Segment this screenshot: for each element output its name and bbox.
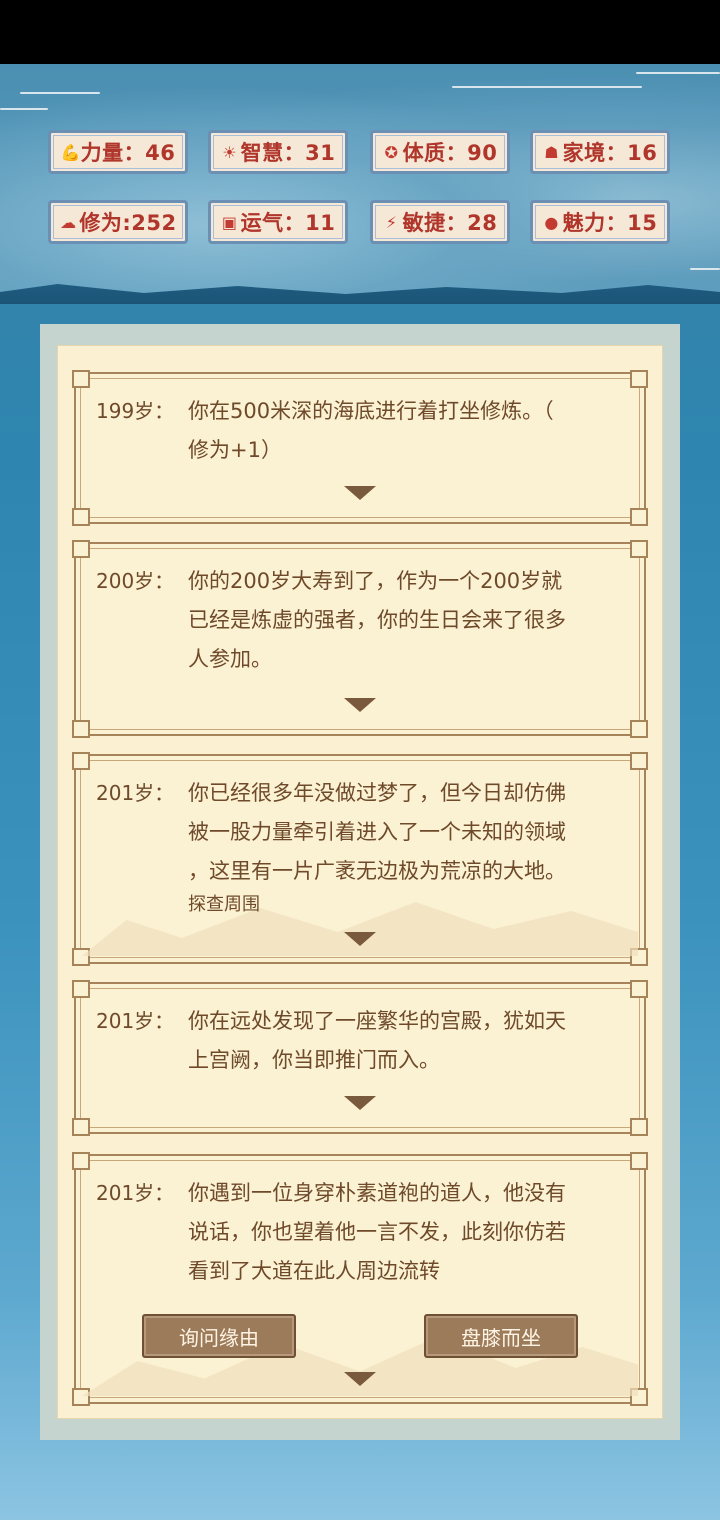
expand-arrow-icon[interactable]: [344, 932, 376, 946]
corner-ornament: [72, 752, 90, 770]
corner-ornament: [72, 1118, 90, 1136]
sit-cross-legged-button[interactable]: 盘膝而坐: [424, 1314, 578, 1358]
stat-wisdom: ☀ 智慧：31: [208, 130, 348, 174]
expand-arrow-icon[interactable]: [344, 698, 376, 712]
corner-ornament: [72, 980, 90, 998]
corner-ornament: [72, 540, 90, 558]
constitution-icon: ✪: [384, 142, 399, 162]
entry-text-line: 上宫阙，你当即推门而入。: [188, 1048, 440, 1072]
stats-header: [0, 64, 720, 294]
stat-label: 敏捷：28: [402, 211, 498, 235]
corner-ornament: [72, 508, 90, 526]
explore-action-link[interactable]: 探查周围: [188, 891, 626, 919]
stat-luck: ▣ 运气：11: [208, 200, 348, 244]
corner-ornament: [630, 1118, 648, 1136]
stat-label: 智慧：31: [240, 141, 336, 165]
log-entry-card[interactable]: 201岁： 你遇到一位身穿朴素道袍的道人，他没有 说话，你也望着他一言不发，此刻…: [72, 1152, 648, 1406]
entry-text-line: 说话，你也望着他一言不发，此刻你仿若: [188, 1220, 566, 1244]
entry-text-line: 你的200岁大寿到了，作为一个200岁就: [188, 569, 563, 593]
family-icon: ☗: [544, 142, 560, 162]
log-entry-card[interactable]: 201岁： 你已经很多年没做过梦了，但今日却仿佛 被一股力量牵引着进入了一个未知…: [72, 752, 648, 966]
agility-icon: ⚡: [385, 212, 398, 232]
stat-cultivation: ☁ 修为:252: [48, 200, 188, 244]
entry-text-line: 你遇到一位身穿朴素道袍的道人，他没有: [188, 1181, 566, 1205]
stat-label: 运气：11: [240, 211, 336, 235]
entry-age: 199岁：: [96, 399, 175, 423]
entry-age: 201岁：: [96, 1181, 175, 1205]
corner-ornament: [630, 752, 648, 770]
log-entry-card[interactable]: 201岁： 你在远处发现了一座繁华的宫殿，犹如天 上宫阙，你当即推门而入。: [72, 980, 648, 1136]
corner-ornament: [72, 948, 90, 966]
corner-ornament: [72, 1152, 90, 1170]
status-bar: [0, 0, 720, 64]
entry-text-line: 你在远处发现了一座繁华的宫殿，犹如天: [188, 1009, 566, 1033]
stat-label: 家境：16: [562, 141, 658, 165]
corner-ornament: [630, 1152, 648, 1170]
stat-agility: ⚡ 敏捷：28: [370, 200, 510, 244]
wisdom-icon: ☀: [222, 142, 238, 162]
corner-ornament: [72, 370, 90, 388]
corner-ornament: [72, 1388, 90, 1406]
entry-age: 200岁：: [96, 569, 175, 593]
entry-age: 201岁：: [96, 781, 175, 805]
expand-arrow-icon[interactable]: [344, 1096, 376, 1110]
entry-text-line: 已经是炼虚的强者，你的生日会来了很多: [188, 608, 566, 632]
corner-ornament: [630, 508, 648, 526]
stat-label: 力量：46: [80, 141, 176, 165]
stat-charm: ● 魅力：15: [530, 200, 670, 244]
corner-ornament: [630, 980, 648, 998]
corner-ornament: [630, 540, 648, 558]
ask-reason-button[interactable]: 询问缘由: [142, 1314, 296, 1358]
log-entry-card[interactable]: 199岁： 你在500米深的海底进行着打坐修炼。（ 修为+1）: [72, 370, 648, 526]
cultivation-icon: ☁: [60, 212, 77, 232]
stat-label: 修为:252: [79, 211, 177, 235]
entry-text-line: ，这里有一片广袤无边极为荒凉的大地。: [188, 859, 566, 883]
stat-label: 魅力：15: [562, 211, 658, 235]
stat-strength: 💪 力量：46: [48, 130, 188, 174]
entry-text-line: 你已经很多年没做过梦了，但今日却仿佛: [188, 781, 566, 805]
entry-text-line: 你在500米深的海底进行着打坐修炼。（: [188, 399, 554, 423]
entry-text-line: 人参加。: [188, 647, 272, 671]
stat-constitution: ✪ 体质：90: [370, 130, 510, 174]
stat-label: 体质：90: [402, 141, 498, 165]
corner-ornament: [630, 370, 648, 388]
entry-text-line: 被一股力量牵引着进入了一个未知的领域: [188, 820, 566, 844]
corner-ornament: [630, 720, 648, 738]
luck-icon: ▣: [221, 212, 238, 232]
entry-text-line: 修为+1）: [188, 438, 282, 462]
corner-ornament: [72, 720, 90, 738]
charm-icon: ●: [544, 212, 559, 232]
stat-family: ☗ 家境：16: [530, 130, 670, 174]
strength-icon: 💪: [60, 142, 82, 162]
entry-text-line: 看到了大道在此人周边流转: [188, 1259, 440, 1283]
entry-age: 201岁：: [96, 1009, 175, 1033]
log-entry-card[interactable]: 200岁： 你的200岁大寿到了，作为一个200岁就 已经是炼虚的强者，你的生日…: [72, 540, 648, 738]
expand-arrow-icon[interactable]: [344, 486, 376, 500]
expand-arrow-icon[interactable]: [344, 1372, 376, 1386]
